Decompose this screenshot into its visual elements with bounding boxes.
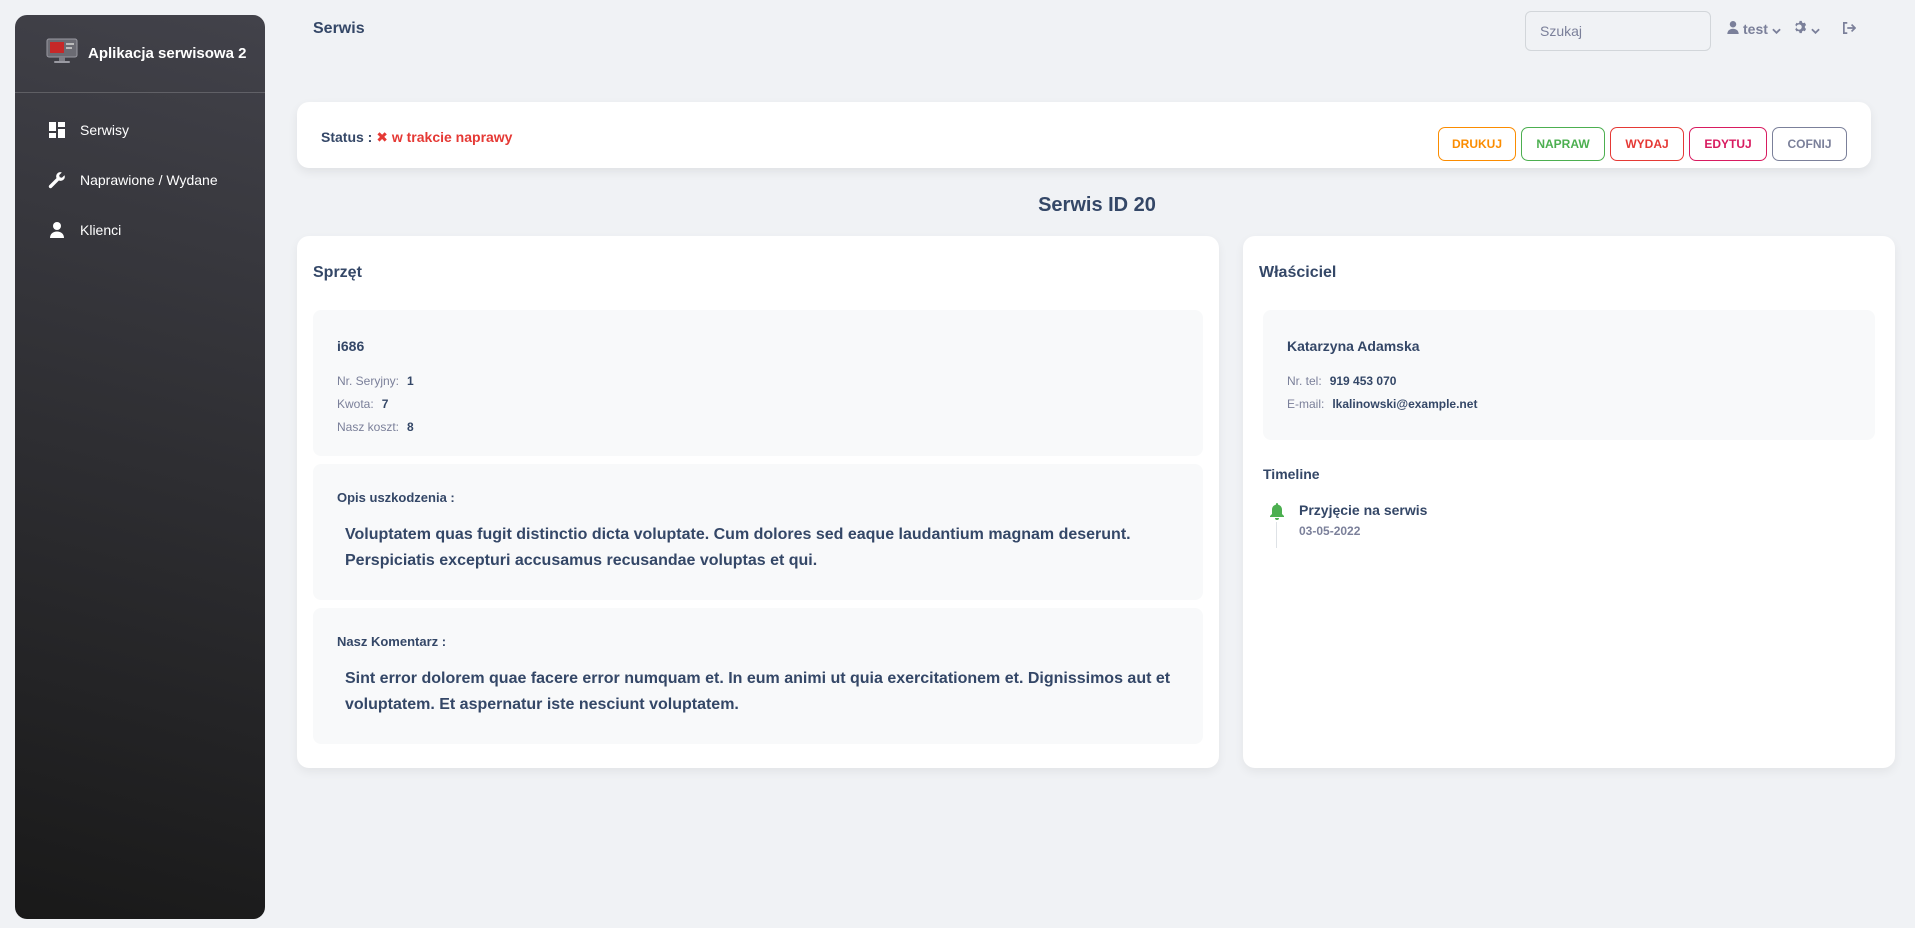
sidebar-item-label: Klienci bbox=[80, 222, 122, 238]
timeline-title: Timeline bbox=[1263, 466, 1320, 482]
timeline-item-title: Przyjęcie na serwis bbox=[1299, 502, 1428, 518]
timeline-line bbox=[1276, 522, 1277, 548]
sidebar: Aplikacja serwisowa 2 Serwisy Naprawione… bbox=[15, 15, 265, 919]
serial-value: 1 bbox=[407, 374, 414, 388]
phone-label: Nr. tel: bbox=[1287, 374, 1322, 388]
status-card: Status : ✖ w trakcie naprawy DRUKUJ NAPR… bbox=[297, 102, 1871, 168]
page-title: Serwis ID 20 bbox=[1038, 194, 1156, 216]
user-menu[interactable]: test bbox=[1727, 20, 1781, 37]
status-badge: ✖ w trakcie naprawy bbox=[376, 129, 512, 145]
sidebar-item-label: Serwisy bbox=[80, 122, 130, 138]
owner-name: Katarzyna Adamska bbox=[1287, 338, 1420, 354]
equipment-card: Sprzęt i686 Nr. Seryjny: 1 Kwota: 7 Nasz k… bbox=[297, 236, 1219, 768]
equipment-title: Sprzęt bbox=[313, 264, 362, 281]
cost-value: 8 bbox=[407, 420, 414, 434]
status-label: Status : bbox=[321, 129, 373, 145]
amount-label: Kwota: bbox=[337, 397, 374, 411]
owner-info-box: Katarzyna Adamska Nr. tel: 919 453 070 E-… bbox=[1263, 310, 1875, 440]
edit-button[interactable]: EDYTUJ bbox=[1689, 127, 1767, 161]
bell-icon bbox=[1269, 502, 1285, 520]
amount-row: Kwota: 7 bbox=[337, 397, 388, 411]
timeline-item-date: 03-05-2022 bbox=[1299, 524, 1361, 538]
cross-icon: ✖ bbox=[376, 129, 388, 145]
logout-button[interactable] bbox=[1842, 21, 1857, 37]
monitor-logo-icon bbox=[46, 38, 78, 69]
damage-label: Opis uszkodzenia : bbox=[337, 490, 455, 505]
sidebar-item-naprawione[interactable]: Naprawione / Wydane bbox=[15, 155, 265, 205]
sidebar-nav: Serwisy Naprawione / Wydane Klienci bbox=[15, 93, 265, 255]
sidebar-item-klienci[interactable]: Klienci bbox=[15, 205, 265, 255]
email-row: E-mail: lkalinowski@example.net bbox=[1287, 397, 1477, 411]
email-value: lkalinowski@example.net bbox=[1332, 397, 1478, 411]
user-name: test bbox=[1743, 20, 1768, 37]
wrench-icon bbox=[48, 171, 66, 189]
comment-text: Sint error dolorem quae facere error num… bbox=[345, 670, 1171, 713]
phone-row: Nr. tel: 919 453 070 bbox=[1287, 374, 1396, 388]
action-buttons: DRUKUJ NAPRAW WYDAJ EDYTUJ COFNIJ bbox=[1438, 127, 1847, 161]
device-name: i686 bbox=[337, 338, 365, 354]
user-icon bbox=[1727, 20, 1739, 37]
comment-box: Nasz Komentarz : Sint error dolorem quae… bbox=[313, 608, 1203, 744]
email-label: E-mail: bbox=[1287, 397, 1325, 411]
phone-value: 919 453 070 bbox=[1329, 374, 1397, 388]
amount-value: 7 bbox=[381, 397, 389, 411]
print-button[interactable]: DRUKUJ bbox=[1438, 127, 1516, 161]
comment-label: Nasz Komentarz : bbox=[337, 634, 447, 649]
status-line: Status : ✖ w trakcie naprawy bbox=[321, 129, 512, 146]
serial-label: Nr. Seryjny: bbox=[337, 374, 400, 388]
owner-title: Właściciel bbox=[1259, 264, 1337, 281]
device-info-box: i686 Nr. Seryjny: 1 Kwota: 7 Nasz koszt: 8 bbox=[313, 310, 1203, 456]
serial-row: Nr. Seryjny: 1 bbox=[337, 374, 414, 388]
chevron-down-icon bbox=[1811, 21, 1820, 37]
back-button[interactable]: COFNIJ bbox=[1772, 127, 1847, 161]
sidebar-item-serwisy[interactable]: Serwisy bbox=[15, 105, 265, 155]
brand-title: Aplikacja serwisowa 2 bbox=[88, 45, 247, 62]
person-icon bbox=[48, 221, 66, 239]
sidebar-item-label: Naprawione / Wydane bbox=[80, 172, 218, 188]
breadcrumb-title: Serwis bbox=[313, 20, 365, 37]
logout-icon bbox=[1842, 21, 1857, 37]
gear-icon bbox=[1793, 20, 1807, 37]
damage-box: Opis uszkodzenia : Voluptatem quas fugit… bbox=[313, 464, 1203, 600]
topbar-icons: test bbox=[1727, 20, 1857, 37]
release-button[interactable]: WYDAJ bbox=[1610, 127, 1684, 161]
brand[interactable]: Aplikacja serwisowa 2 bbox=[15, 15, 265, 93]
status-value: w trakcie naprawy bbox=[391, 129, 513, 145]
settings-menu[interactable] bbox=[1793, 20, 1820, 37]
owner-card: Właściciel Katarzyna Adamska Nr. tel: 919… bbox=[1243, 236, 1895, 768]
damage-text: Voluptatem quas fugit distinctio dicta v… bbox=[345, 526, 1131, 569]
repair-button[interactable]: NAPRAW bbox=[1521, 127, 1605, 161]
chevron-down-icon bbox=[1772, 21, 1781, 37]
dashboard-icon bbox=[48, 121, 66, 139]
timeline-item: Przyjęcie na serwis 03-05-2022 bbox=[1269, 502, 1669, 562]
cost-label: Nasz koszt: bbox=[337, 420, 400, 434]
search-input[interactable] bbox=[1525, 11, 1711, 51]
cost-row: Nasz koszt: 8 bbox=[337, 420, 414, 434]
